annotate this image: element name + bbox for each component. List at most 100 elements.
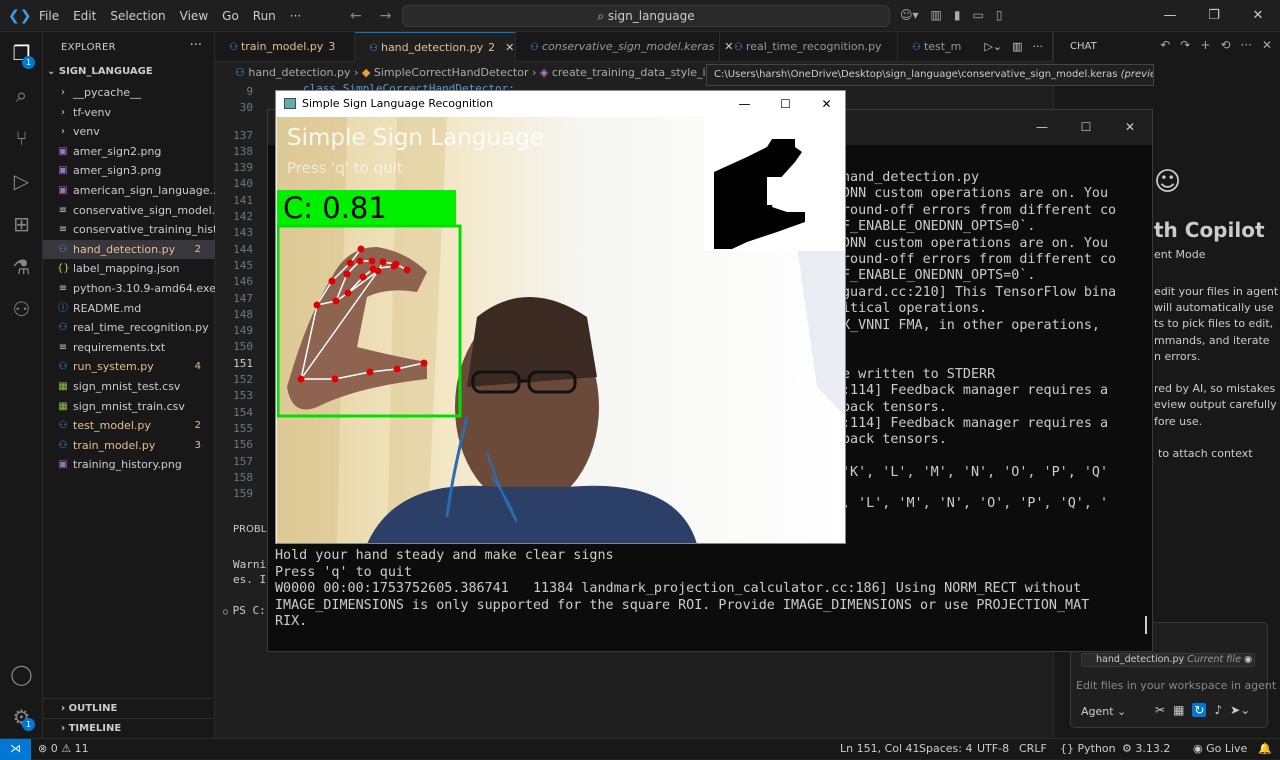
- editor-tab[interactable]: ⚇ conservative_sign_model.keras ✕: [516, 32, 733, 62]
- indentation[interactable]: Spaces: 4: [919, 739, 972, 759]
- python-icon[interactable]: ⚇: [8, 296, 35, 323]
- maximize-icon[interactable]: ❐: [1192, 0, 1236, 32]
- current-file-chip[interactable]: hand_detection.py Current file ◉: [1081, 653, 1255, 667]
- close-tab-icon[interactable]: ✕: [505, 41, 514, 54]
- redo-icon[interactable]: ↷: [1180, 38, 1190, 52]
- menu-item[interactable]: ···: [283, 9, 308, 23]
- explorer-header: EXPLORER: [61, 42, 116, 53]
- command-center-search[interactable]: ⌕ sign_language: [402, 5, 890, 27]
- file-tree-item[interactable]: › venv: [43, 122, 215, 142]
- more-actions-icon[interactable]: ···: [190, 38, 202, 53]
- file-tree-item[interactable]: ≡ requirements.txt: [43, 338, 215, 358]
- file-tree-item[interactable]: {} label_mapping.json: [43, 259, 215, 279]
- close-icon[interactable]: ✕: [1108, 110, 1152, 145]
- more-actions-icon[interactable]: ···: [1033, 40, 1044, 53]
- more-actions-icon[interactable]: ···: [1240, 38, 1251, 52]
- remote-indicator-icon[interactable]: ⋊: [0, 739, 31, 760]
- file-tree-item[interactable]: ⚇ train_model.py 3: [43, 436, 215, 456]
- cursor-position[interactable]: Ln 151, Col 41: [840, 739, 920, 759]
- send-icon[interactable]: ➤⌄: [1230, 703, 1250, 717]
- python-file-icon: ⚇: [58, 243, 68, 255]
- menu-item[interactable]: File: [32, 9, 66, 23]
- menu-item[interactable]: Selection: [103, 9, 172, 23]
- file-tree-item[interactable]: ≡ conservative_training_hist...: [43, 220, 215, 240]
- file-tree-item[interactable]: ⚇ real_time_recognition.py: [43, 318, 215, 338]
- agent-mode-dropdown[interactable]: Agent ⌄: [1081, 705, 1126, 718]
- chat-input[interactable]: Edit files in your workspace in agent: [1076, 679, 1276, 692]
- editor-tab[interactable]: ⚇ real_time_recognition.py: [720, 32, 898, 62]
- file-tree-label: sign_mnist_train.csv: [73, 399, 185, 413]
- python-icon: ⚇: [235, 66, 245, 79]
- notifications-icon[interactable]: 🔔: [1258, 739, 1272, 759]
- tools-icon[interactable]: ✂: [1155, 703, 1165, 717]
- forward-arrow-icon[interactable]: →: [380, 8, 392, 24]
- new-chat-icon[interactable]: +: [1200, 38, 1210, 52]
- close-icon[interactable]: ✕: [806, 91, 845, 117]
- file-tree-item[interactable]: ▦ sign_mnist_train.csv: [43, 397, 215, 417]
- landmark-point: [379, 258, 387, 266]
- customize-layout-icon[interactable]: ▥: [931, 8, 942, 22]
- run-icon[interactable]: ▷⌄: [984, 40, 1002, 53]
- search-icon[interactable]: ⌕: [8, 82, 35, 109]
- editor-tab[interactable]: ⚇ train_model.py 3: [215, 32, 355, 62]
- file-tree-item[interactable]: ▣ amer_sign3.png: [43, 161, 215, 181]
- grid-icon[interactable]: ▦: [1173, 703, 1184, 717]
- toggle-panel-icon[interactable]: ▭: [973, 8, 984, 22]
- account-icon[interactable]: ◯: [8, 661, 35, 688]
- minimize-icon[interactable]: —: [1020, 110, 1064, 145]
- file-tree-item[interactable]: ▣ american_sign_language....: [43, 181, 215, 201]
- file-tree-item[interactable]: ▣ training_history.png: [43, 455, 215, 475]
- run-debug-icon[interactable]: ▷: [8, 168, 35, 195]
- close-icon[interactable]: ✕: [1262, 38, 1272, 52]
- python-version[interactable]: ⚙ 3.13.2: [1122, 739, 1170, 759]
- file-tree-label: sign_mnist_test.csv: [73, 379, 181, 393]
- language-mode[interactable]: {} Python: [1060, 739, 1116, 759]
- undo-icon[interactable]: ↶: [1160, 38, 1170, 52]
- line-number: 156: [233, 438, 253, 452]
- file-tree-item[interactable]: › tf-venv: [43, 103, 215, 123]
- history-icon[interactable]: ⟲: [1220, 38, 1230, 52]
- file-tree-item[interactable]: › __pycache__: [43, 83, 215, 103]
- chat-intro-line: fore use.: [1154, 414, 1203, 428]
- toggle-sidebar-icon[interactable]: ▮: [954, 8, 961, 22]
- split-editor-icon[interactable]: ▥: [1012, 40, 1022, 53]
- testing-icon[interactable]: ⚗: [8, 254, 35, 281]
- encoding[interactable]: UTF-8: [977, 739, 1009, 759]
- line-ending[interactable]: CRLF: [1019, 739, 1047, 759]
- close-icon[interactable]: ✕: [1236, 0, 1280, 32]
- opencv-window[interactable]: Simple Sign Language Recognition — ☐ ✕ S…: [275, 90, 846, 544]
- file-tree-item[interactable]: ⓘ README.md: [43, 299, 215, 319]
- workspace-root[interactable]: ⌄ SIGN_LANGUAGE: [47, 66, 153, 77]
- microphone-icon[interactable]: ♪: [1214, 703, 1222, 717]
- file-tree-item[interactable]: ▦ sign_mnist_test.csv: [43, 377, 215, 397]
- maximize-icon[interactable]: ☐: [1064, 110, 1108, 145]
- minimize-icon[interactable]: —: [1148, 0, 1192, 32]
- menu-item[interactable]: Edit: [66, 9, 103, 23]
- landmark-point: [346, 259, 354, 267]
- file-tree-item[interactable]: ≡ conservative_sign_model....: [43, 201, 215, 221]
- copilot-icon[interactable]: ☺▾: [900, 8, 919, 22]
- go-live-button[interactable]: ◉ Go Live: [1193, 739, 1247, 759]
- menu-item[interactable]: View: [173, 9, 215, 23]
- source-control-icon[interactable]: ⑂: [8, 125, 35, 152]
- file-tree-item[interactable]: ⚇ test_model.py 2: [43, 416, 215, 436]
- opencv-window-controls: — ☐ ✕: [724, 91, 845, 117]
- line-number: 152: [233, 373, 253, 387]
- file-tree-item[interactable]: ⚇ run_system.py 4: [43, 357, 215, 377]
- extensions-icon[interactable]: ⊞: [8, 211, 35, 238]
- problems-status[interactable]: ⊗ 0 ⚠ 11: [38, 739, 89, 759]
- minimize-icon[interactable]: —: [724, 91, 765, 117]
- file-tree-item[interactable]: ⚇ hand_detection.py 2: [43, 239, 215, 260]
- menu-item[interactable]: Go: [215, 9, 246, 23]
- editor-tab[interactable]: ⚇ hand_detection.py 2 ✕: [355, 32, 516, 62]
- auto-approve-icon[interactable]: ↻: [1192, 703, 1207, 717]
- file-tree-item[interactable]: ≡ python-3.10.9-amd64.exe: [43, 279, 215, 299]
- timeline-section[interactable]: › TIMELINE: [43, 718, 215, 738]
- outline-section[interactable]: › OUTLINE: [43, 698, 215, 718]
- title-bar: ❮❯ File Edit Selection View Go Run ··· ← → ⌕ s…: [0, 0, 1280, 32]
- menu-item[interactable]: Run: [246, 9, 283, 23]
- file-tree-item[interactable]: ▣ amer_sign2.png: [43, 142, 215, 162]
- toggle-secondary-sidebar-icon[interactable]: ▯: [996, 8, 1003, 22]
- maximize-icon[interactable]: ☐: [765, 91, 806, 117]
- back-arrow-icon[interactable]: ←: [350, 8, 362, 24]
